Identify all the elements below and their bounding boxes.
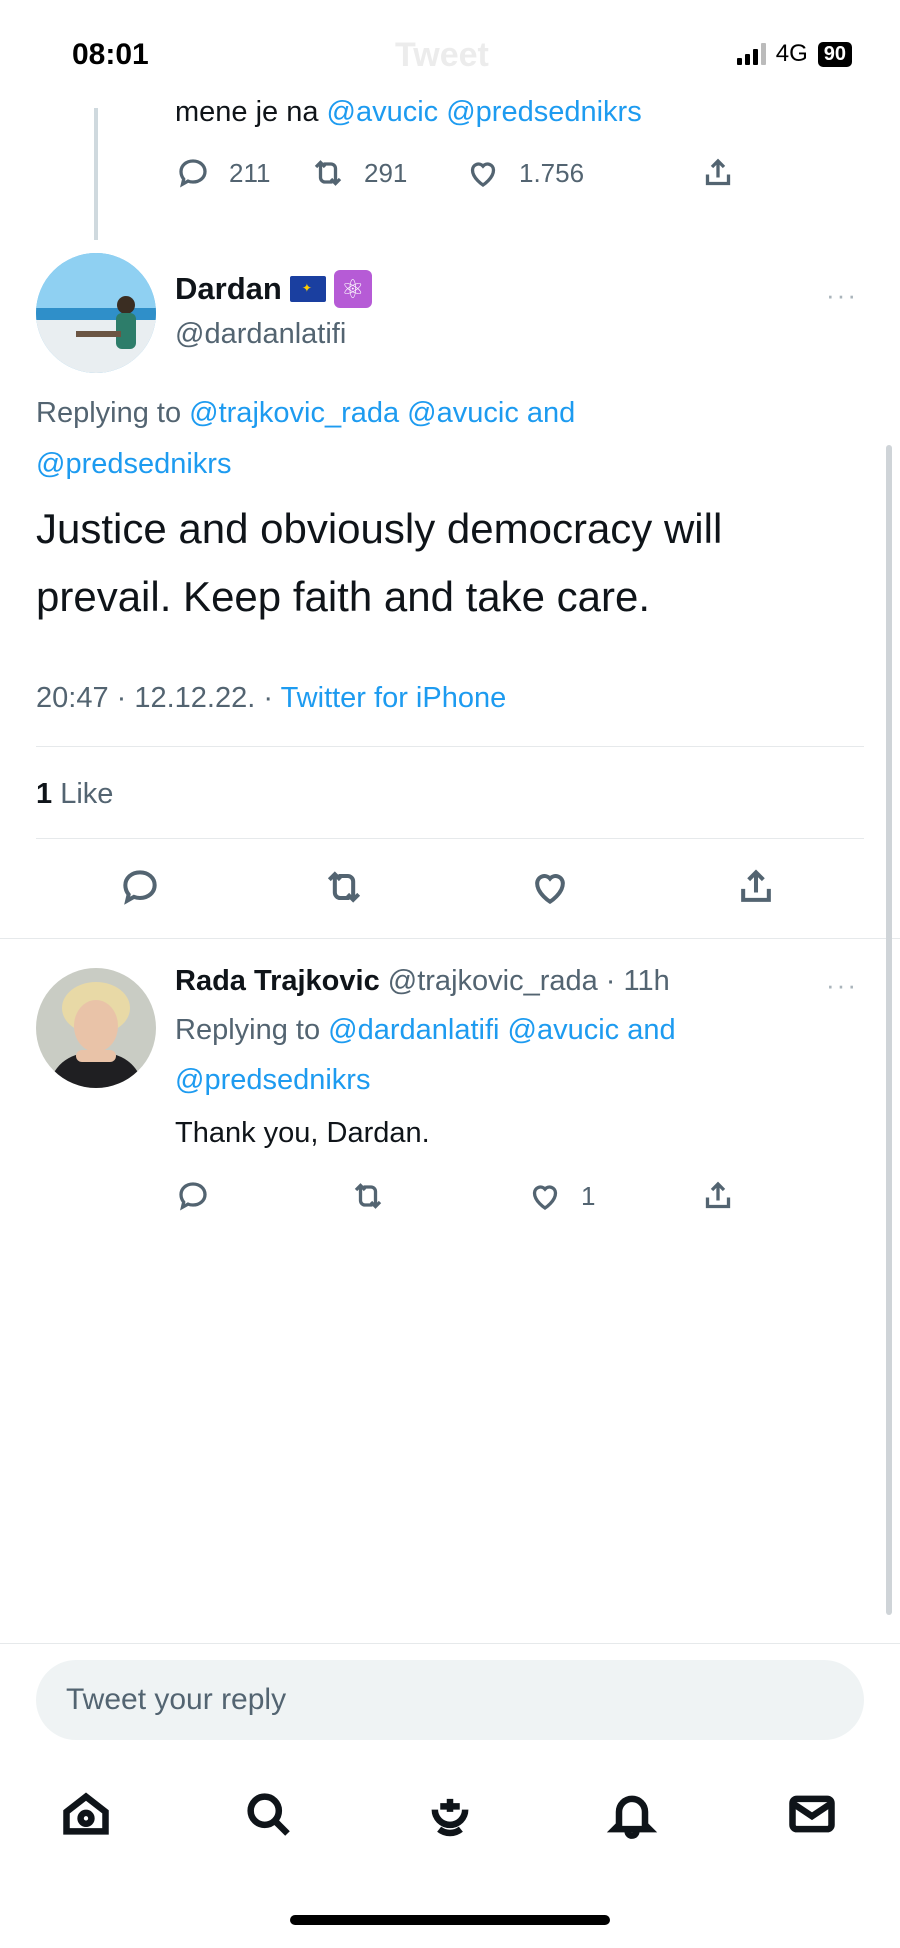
status-indicators: 4G 90	[736, 40, 852, 68]
main-tweet-actions	[0, 865, 900, 915]
more-options-icon[interactable]: ···	[826, 970, 858, 1001]
replying-prefix: Replying to	[175, 1014, 329, 1046]
ghost-page-title: Tweet	[395, 36, 489, 74]
parent-tweet-mentions[interactable]: @avucic @predsednikrs	[327, 96, 642, 128]
divider	[36, 746, 864, 747]
eu-flag-icon	[289, 276, 326, 302]
replying-prefix: Replying to	[36, 397, 190, 429]
replying-mention-extra[interactable]: @predsednikrs	[36, 448, 231, 480]
replying-mentions[interactable]: @trajkovic_rada @avucic	[189, 397, 519, 429]
tweet-meta: 20:47 · 12.12.22. · Twitter for iPhone	[36, 682, 506, 715]
tab-spaces[interactable]	[424, 1788, 476, 1845]
heart-icon	[535, 874, 565, 905]
battery-icon: 90	[817, 41, 852, 67]
reply-count: 211	[229, 157, 271, 188]
meta-separator: ·	[108, 682, 135, 714]
reply-author-handle[interactable]: @trajkovic_rada	[388, 965, 598, 997]
replying-and: and	[619, 1014, 676, 1046]
search-icon	[247, 1793, 290, 1836]
retweet-icon	[354, 1183, 382, 1209]
share-icon	[705, 1181, 731, 1209]
reply-input[interactable]: Tweet your reply	[36, 1660, 864, 1740]
thread-line	[94, 108, 98, 240]
share-button[interactable]	[734, 865, 778, 914]
tab-notifications[interactable]	[606, 1788, 658, 1845]
likes-count: 1	[36, 778, 53, 810]
likes-summary[interactable]: 1 Like	[36, 778, 113, 811]
tweet-date: 12.12.22.	[134, 682, 256, 714]
divider	[0, 1643, 900, 1644]
heart-icon	[470, 162, 496, 187]
tab-bar	[0, 1780, 900, 1850]
like-count: 1	[581, 1180, 596, 1211]
replying-and: and	[518, 397, 576, 429]
status-bar: 08:01 Tweet 4G 90	[0, 0, 900, 110]
parent-tweet-actions: 211 291 1.756	[175, 155, 775, 195]
author-handle[interactable]: @dardanlatifi	[175, 318, 346, 351]
parent-tweet-text: mene je na @avucic @predsednikrs	[175, 96, 642, 129]
reply-button[interactable]: 211	[175, 155, 270, 191]
scrollbar[interactable]	[886, 445, 892, 1615]
reply-button[interactable]	[118, 865, 162, 914]
reply-age: 11h	[623, 965, 670, 997]
share-icon	[705, 158, 731, 186]
share-icon	[741, 869, 771, 902]
divider	[0, 938, 900, 939]
reply-icon	[179, 159, 207, 188]
retweet-icon	[314, 160, 342, 186]
tweet-time: 20:47	[36, 682, 109, 714]
replying-mention-extra[interactable]: @predsednikrs	[175, 1064, 370, 1096]
reply-icon	[123, 870, 157, 905]
replying-to: Replying to @trajkovic_rada @avucic and …	[36, 388, 676, 490]
retweet-button[interactable]: 291	[310, 155, 407, 191]
tab-search[interactable]	[242, 1788, 294, 1845]
reply-header: Rada Trajkovic @trajkovic_rada · 11h	[175, 965, 670, 998]
likes-label: Like	[52, 778, 114, 810]
divider	[36, 838, 864, 839]
signal-icon	[736, 43, 766, 65]
reply-author-name[interactable]: Rada Trajkovic	[175, 965, 380, 997]
author-name-text: Dardan	[175, 271, 282, 306]
avatar-image	[36, 968, 156, 1088]
reply-text: Thank you, Dardan.	[175, 1117, 430, 1149]
meta-separator: ·	[597, 965, 624, 997]
atom-icon: ⚛	[333, 270, 372, 308]
retweet-icon	[327, 871, 361, 903]
share-button[interactable]	[700, 1178, 736, 1214]
avatar[interactable]	[36, 968, 156, 1088]
home-indicator[interactable]	[290, 1915, 610, 1925]
tab-messages[interactable]	[786, 1788, 838, 1845]
heart-icon	[532, 1185, 558, 1210]
home-icon	[63, 1792, 109, 1835]
parent-tweet-text-prefix: mene je na	[175, 96, 327, 128]
avatar[interactable]	[36, 253, 156, 373]
replying-mentions[interactable]: @dardanlatifi @avucic	[328, 1014, 619, 1046]
retweet-button[interactable]	[322, 865, 366, 914]
tweet-source[interactable]: Twitter for iPhone	[281, 682, 507, 714]
meta-separator: ·	[255, 682, 281, 714]
avatar-image	[36, 253, 156, 373]
reply-tweet-actions: 1	[175, 1178, 775, 1218]
reply-button[interactable]	[175, 1178, 211, 1214]
tweet-body: Justice and obviously democracy will pre…	[36, 505, 723, 620]
author-name[interactable]: Dardan ⚛	[175, 270, 372, 308]
tab-home[interactable]	[60, 1788, 112, 1845]
like-button[interactable]: 1.756	[465, 155, 584, 191]
share-button[interactable]	[700, 155, 736, 191]
like-count: 1.756	[519, 157, 585, 188]
more-options-icon[interactable]: ···	[826, 280, 858, 311]
status-time: 08:01	[72, 38, 149, 71]
network-type: 4G	[775, 40, 808, 67]
messages-icon	[789, 1795, 835, 1833]
spaces-icon	[431, 1798, 469, 1837]
like-button[interactable]	[528, 865, 572, 914]
reply-icon	[179, 1182, 207, 1211]
replying-to: Replying to @dardanlatifi @avucic and @pr…	[175, 1005, 815, 1105]
retweet-count: 291	[364, 157, 408, 188]
notifications-icon	[606, 1795, 658, 1839]
retweet-button[interactable]	[350, 1178, 386, 1214]
like-button[interactable]: 1	[527, 1178, 595, 1214]
